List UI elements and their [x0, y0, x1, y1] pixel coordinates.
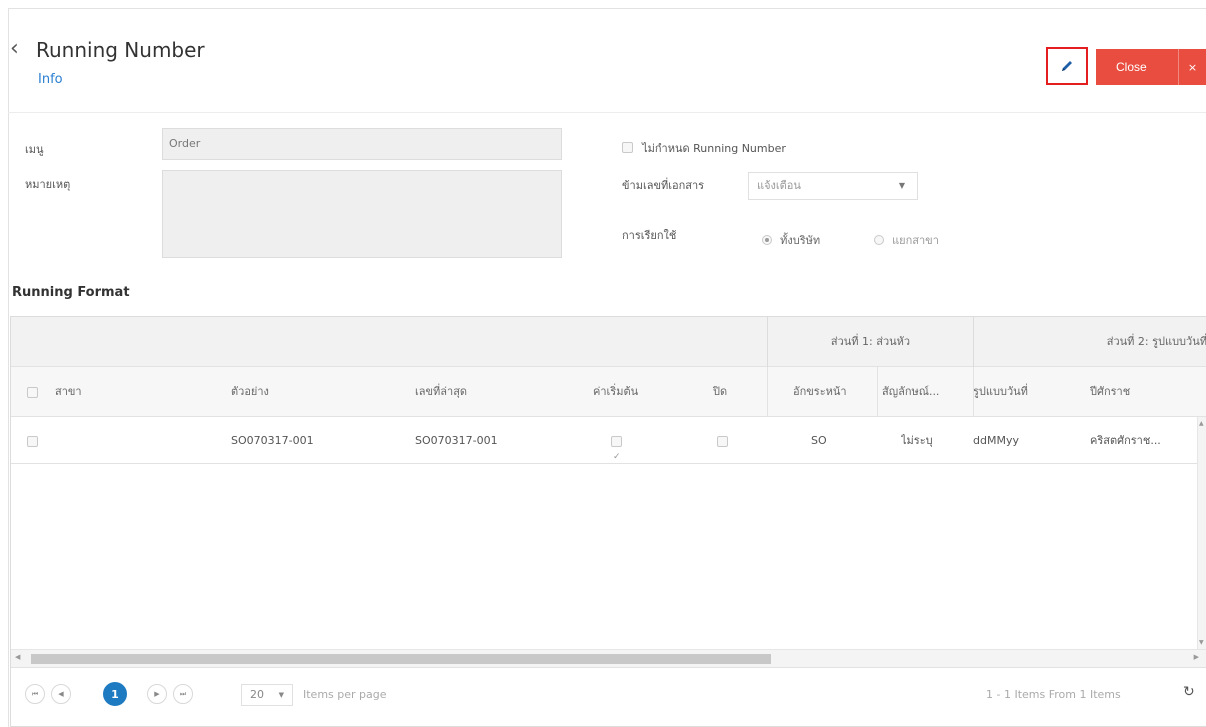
select-all-checkbox-wrap: [27, 367, 38, 416]
refresh-icon[interactable]: ↻: [1183, 684, 1195, 700]
no-running-label: ไม่กำหนด Running Number: [642, 142, 786, 155]
closed-checkbox[interactable]: [717, 435, 728, 447]
col-symbol[interactable]: สัญลักษณ์...: [882, 367, 968, 416]
col-date-format[interactable]: รูปแบบวันที่: [973, 367, 1028, 416]
scroll-up-icon[interactable]: ▲: [1199, 420, 1204, 427]
group-header-2: ส่วนที่ 2: รูปแบบวันที่: [973, 317, 1206, 367]
cell-latest: SO070317-001: [415, 434, 498, 447]
page-size-select[interactable]: 20 ▼: [241, 684, 293, 706]
cell-default: [611, 417, 622, 463]
usage-radio-company[interactable]: [762, 234, 772, 245]
cell-example: SO070317-001: [231, 434, 314, 447]
doc-no-label: ข้ามเลขที่เอกสาร: [622, 179, 705, 192]
chevron-down-icon: ▼: [278, 691, 284, 699]
menu-field: Order: [162, 128, 562, 160]
column-divider: [767, 367, 768, 417]
col-year[interactable]: ปีศักราช: [1090, 367, 1130, 416]
row-checkbox[interactable]: [27, 435, 38, 447]
cell-date-format: ddMMyy: [973, 434, 1019, 447]
doc-no-value: แจ้งเตือน: [757, 179, 801, 192]
cell-prefix: SO: [811, 434, 827, 447]
column-divider: [877, 367, 878, 417]
per-page-label: Items per page: [303, 688, 387, 701]
horizontal-scroll-thumb[interactable]: [31, 654, 771, 664]
group-header-1: ส่วนที่ 1: ส่วนหัว: [767, 317, 973, 367]
scroll-right-icon[interactable]: ▶: [1194, 653, 1199, 661]
cell-symbol: ไม่ระบุ: [901, 434, 933, 447]
header-divider: [8, 112, 1206, 113]
default-checkbox[interactable]: [611, 434, 622, 463]
usage-radio-branch[interactable]: [874, 234, 884, 245]
scroll-left-icon[interactable]: ◀: [15, 653, 20, 661]
group-header: ส่วนที่ 1: ส่วนหัว ส่วนที่ 2: รูปแบบวันท…: [11, 317, 1206, 367]
row-select-wrap: [27, 417, 38, 463]
note-field: [162, 170, 562, 258]
page-size-value: 20: [250, 688, 264, 701]
prev-page-icon[interactable]: ◀: [51, 684, 71, 704]
usage-label: การเรียกใช้: [622, 229, 677, 242]
last-page-icon[interactable]: ⏭: [173, 684, 193, 704]
no-running-checkbox[interactable]: [622, 142, 633, 153]
table-row[interactable]: SO070317-001 SO070317-001 SO ไม่ระบุ ddM…: [11, 417, 1206, 464]
cell-year: คริสตศักราช...: [1090, 434, 1161, 447]
running-format-grid: ส่วนที่ 1: ส่วนหัว ส่วนที่ 2: รูปแบบวันท…: [10, 316, 1206, 727]
select-all-checkbox[interactable]: [27, 386, 38, 398]
horizontal-scrollbar[interactable]: ◀ ▶: [11, 649, 1206, 667]
col-branch[interactable]: สาขา: [55, 367, 82, 416]
pencil-icon: [1062, 61, 1072, 71]
cell-closed: [717, 417, 728, 463]
close-button[interactable]: Close ×: [1096, 49, 1206, 85]
col-closed[interactable]: ปิด: [713, 367, 727, 416]
close-button-label: Close: [1116, 60, 1147, 74]
vertical-scrollbar[interactable]: ▲ ▼: [1197, 417, 1206, 649]
first-page-icon[interactable]: ⏮: [25, 684, 45, 704]
col-example[interactable]: ตัวอย่าง: [231, 367, 269, 416]
edit-button[interactable]: [1046, 47, 1088, 85]
section-title: Running Format: [12, 285, 130, 300]
col-latest[interactable]: เลขที่ล่าสุด: [415, 367, 467, 416]
usage-option-company: ทั้งบริษัท: [762, 229, 820, 249]
page-subtitle: Info: [38, 72, 63, 87]
scroll-down-icon[interactable]: ▼: [1199, 639, 1204, 646]
col-prefix[interactable]: อักขระหน้า: [793, 367, 847, 416]
col-default[interactable]: ค่าเริ่มต้น: [593, 367, 638, 416]
usage-option-branch: แยกสาขา: [874, 229, 939, 249]
usage-option-company-label: ทั้งบริษัท: [780, 234, 821, 247]
no-running-option: ไม่กำหนด Running Number: [622, 137, 786, 157]
column-divider: [973, 367, 974, 417]
chevron-left-icon[interactable]: ‹: [10, 38, 19, 60]
close-icon[interactable]: ×: [1178, 49, 1206, 85]
next-page-icon[interactable]: ▶: [147, 684, 167, 704]
page-title: Running Number: [36, 38, 205, 62]
doc-no-select: แจ้งเตือน ▼: [748, 172, 918, 200]
pager-info: 1 - 1 Items From 1 Items: [986, 688, 1121, 701]
usage-option-branch-label: แยกสาขา: [892, 234, 939, 247]
note-label: หมายเหตุ: [25, 178, 71, 191]
menu-label: เมนู: [25, 143, 44, 156]
current-page-button[interactable]: 1: [103, 682, 127, 706]
chevron-down-icon: ▼: [898, 181, 905, 190]
pager: ⏮ ◀ 1 ▶ ⏭ 20 ▼ Items per page 1 - 1 Item…: [11, 667, 1206, 726]
column-header: สาขา ตัวอย่าง เลขที่ล่าสุด ค่าเริ่มต้น ป…: [11, 367, 1206, 417]
